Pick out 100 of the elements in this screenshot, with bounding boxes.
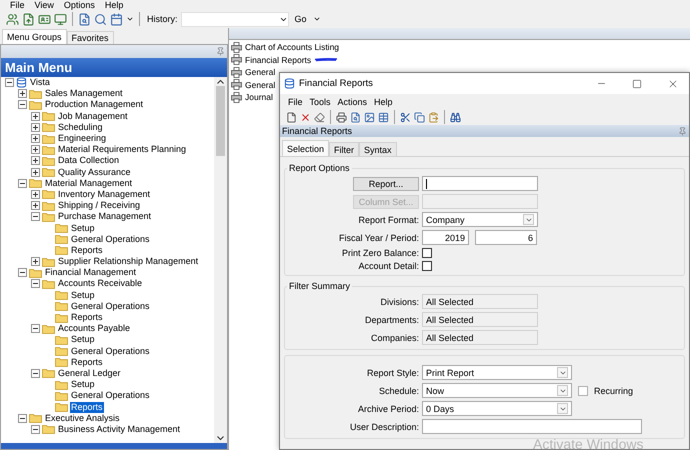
plus-box-icon[interactable] bbox=[31, 145, 40, 154]
tree-item[interactable]: Reports bbox=[70, 244, 104, 256]
tree-item[interactable]: Reports bbox=[70, 402, 104, 413]
scroll-down-icon[interactable] bbox=[217, 436, 224, 441]
tree-item[interactable]: Vista bbox=[29, 77, 51, 88]
plus-box-icon[interactable] bbox=[31, 257, 40, 266]
tree-item[interactable]: Quality Assurance bbox=[57, 166, 132, 178]
copy-icon[interactable] bbox=[414, 112, 425, 122]
minus-box-icon[interactable] bbox=[31, 424, 40, 434]
minus-box-icon[interactable] bbox=[31, 324, 40, 334]
tab[interactable]: Syntax bbox=[359, 142, 397, 156]
tree-item[interactable]: Executive Analysis bbox=[44, 412, 121, 424]
document-icon[interactable] bbox=[22, 12, 35, 26]
tree-item[interactable]: Accounts Receivable bbox=[57, 278, 144, 290]
plus-box-icon[interactable] bbox=[31, 122, 40, 132]
minus-box-icon[interactable] bbox=[31, 279, 40, 288]
report-button[interactable]: Report... bbox=[353, 176, 419, 190]
image-icon[interactable] bbox=[364, 112, 375, 122]
input-field[interactable] bbox=[422, 176, 538, 191]
plus-box-icon[interactable] bbox=[31, 201, 40, 210]
tree-item[interactable]: Data Collection bbox=[57, 155, 120, 166]
menu-item[interactable]: Help bbox=[374, 96, 393, 106]
scrollbar[interactable] bbox=[214, 77, 227, 443]
menu-item[interactable]: File bbox=[10, 0, 25, 10]
menu-item[interactable]: Actions bbox=[338, 96, 368, 106]
tree-item[interactable]: General Operations bbox=[70, 234, 151, 245]
tree-item[interactable]: Setup bbox=[70, 334, 96, 346]
plus-box-icon[interactable] bbox=[31, 112, 40, 121]
checkbox[interactable] bbox=[578, 386, 588, 396]
scroll-up-icon[interactable] bbox=[217, 79, 224, 84]
dropdown-field[interactable]: Print Report bbox=[422, 365, 572, 380]
scissors-icon[interactable] bbox=[400, 112, 411, 122]
minus-box-icon[interactable] bbox=[31, 212, 40, 222]
tree-item[interactable]: General Operations bbox=[70, 300, 151, 312]
dropdown-field[interactable]: Company bbox=[422, 212, 538, 227]
go-button[interactable]: Go bbox=[292, 14, 310, 24]
tab[interactable]: Favorites bbox=[66, 31, 114, 44]
eraser-icon[interactable] bbox=[314, 112, 325, 122]
tree-item[interactable]: Accounts Payable bbox=[57, 323, 132, 334]
tab[interactable]: Menu Groups bbox=[2, 29, 67, 44]
tree-item[interactable]: Purchase Management bbox=[57, 211, 152, 222]
plus-box-icon[interactable] bbox=[18, 89, 27, 98]
checkbox[interactable] bbox=[422, 248, 432, 258]
tree-item[interactable]: General Operations bbox=[70, 346, 151, 357]
menu-item[interactable]: Help bbox=[104, 0, 124, 10]
tree-item[interactable]: Setup bbox=[70, 222, 96, 234]
close-icon[interactable] bbox=[300, 112, 311, 122]
binoculars-icon[interactable] bbox=[450, 112, 461, 122]
tree-item[interactable]: Scheduling bbox=[57, 122, 104, 133]
tree-item[interactable]: Job Management bbox=[57, 110, 129, 122]
tree-item[interactable]: Material Requirements Planning bbox=[57, 144, 188, 156]
tree-item[interactable]: Financial Management bbox=[44, 267, 138, 278]
input-field[interactable] bbox=[422, 419, 642, 434]
tree-item[interactable]: Engineering bbox=[57, 133, 108, 144]
report-item[interactable]: Journal bbox=[245, 92, 273, 102]
menu-item[interactable]: View bbox=[34, 0, 54, 10]
table-icon[interactable] bbox=[378, 112, 389, 122]
new-document-icon[interactable] bbox=[286, 112, 297, 122]
minus-box-icon[interactable] bbox=[5, 78, 14, 88]
monitor-icon[interactable] bbox=[54, 12, 67, 26]
report-item[interactable]: Financial Reports bbox=[245, 54, 312, 65]
menu-item[interactable]: Tools bbox=[310, 96, 331, 106]
plus-box-icon[interactable] bbox=[31, 156, 40, 166]
tree-item[interactable]: Material Management bbox=[44, 178, 134, 189]
menu-item[interactable]: Options bbox=[64, 0, 95, 10]
paste-icon[interactable] bbox=[428, 112, 439, 122]
tree-item[interactable]: Reports bbox=[70, 312, 104, 324]
users-icon[interactable] bbox=[6, 12, 19, 26]
minus-box-icon[interactable] bbox=[31, 368, 40, 378]
minus-box-icon[interactable] bbox=[18, 268, 27, 278]
dropdown-field[interactable]: Now bbox=[422, 383, 572, 398]
report-item[interactable]: General bbox=[245, 67, 276, 78]
printer-icon[interactable] bbox=[336, 112, 347, 122]
minus-box-icon[interactable] bbox=[18, 414, 27, 423]
plus-box-icon[interactable] bbox=[31, 134, 40, 144]
search-icon[interactable] bbox=[94, 12, 107, 26]
id-card-icon[interactable] bbox=[38, 12, 51, 26]
tab[interactable]: Filter bbox=[329, 142, 360, 156]
tree-item[interactable]: General Operations bbox=[70, 390, 151, 402]
scroll-thumb[interactable] bbox=[216, 86, 225, 156]
tree-item[interactable]: Setup bbox=[70, 290, 96, 301]
caret-icon[interactable] bbox=[312, 15, 321, 23]
tree-item[interactable]: Business Activity Management bbox=[57, 424, 182, 435]
tree-item[interactable]: Production Management bbox=[44, 99, 144, 110]
tree-item[interactable]: Sales Management bbox=[44, 88, 124, 100]
pin-icon[interactable] bbox=[216, 47, 225, 56]
document-search-icon[interactable] bbox=[350, 112, 361, 122]
tab[interactable]: Selection bbox=[282, 140, 330, 156]
pin-icon[interactable] bbox=[678, 126, 687, 136]
tree-item[interactable]: Supplier Relationship Management bbox=[57, 256, 200, 268]
menu-item[interactable]: File bbox=[288, 96, 303, 106]
input-field[interactable]: 2019 bbox=[422, 230, 469, 245]
tree-item[interactable]: Setup bbox=[70, 379, 96, 390]
checkbox[interactable] bbox=[422, 261, 432, 271]
plus-box-icon[interactable] bbox=[31, 168, 40, 177]
minus-box-icon[interactable] bbox=[18, 178, 27, 188]
input-field[interactable]: 6 bbox=[475, 230, 537, 245]
tree-item[interactable]: General Ledger bbox=[57, 368, 122, 379]
report-item[interactable]: Chart of Accounts Listing bbox=[245, 42, 340, 52]
document-search-icon[interactable] bbox=[78, 12, 91, 26]
